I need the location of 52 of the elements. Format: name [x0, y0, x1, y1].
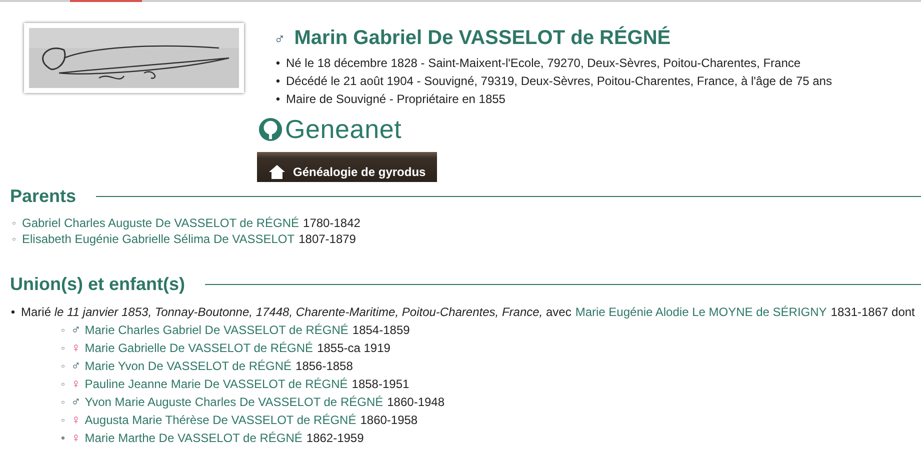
life-dates: 1858-1951 [352, 376, 410, 393]
section-heading: Union(s) et enfant(s) [10, 274, 185, 295]
person-link[interactable]: Marie Eugénie Alodie Le MOYNE de SÉRIGNY [575, 303, 827, 321]
home-banner-link[interactable]: Généalogie de gyrodus [257, 152, 437, 182]
bullet: ◦ [10, 215, 18, 231]
life-dates: 1862-1959 [306, 430, 364, 447]
female-symbol: ♀ [71, 339, 81, 357]
bullet: ◦ [60, 376, 66, 393]
person-link[interactable]: Gabriel Charles Auguste De VASSELOT de RÉGNÉ [22, 215, 300, 231]
fact-text: Décédé le 21 août 1904 - Souvigné, 79319, Deux-Sèvres, Poitou-Charentes, France, à l'âge de 75 ans [286, 73, 832, 90]
person-link[interactable]: Elisabeth Eugénie Gabrielle Sélima De VASSELOT [22, 231, 295, 247]
bullet: ◦ [60, 358, 66, 375]
bullet: ◦ [60, 340, 66, 357]
life-dates: 1807-1879 [298, 231, 356, 247]
person-link[interactable]: Yvon Marie Auguste Charles De VASSELOT de RÉGNÉ [84, 393, 384, 411]
home-icon [269, 165, 285, 179]
female-symbol: ♀ [71, 411, 81, 429]
person-link[interactable]: Augusta Marie Thérèse De VASSELOT de RÉGNÉ [84, 411, 356, 429]
life-dates: 1854-1859 [352, 322, 410, 339]
marriage-text: Marié le 11 janvier 1853, Tonnay-Boutonne, 17448, Charente-Maritime, Poitou-Charentes, France, avec [21, 304, 572, 321]
person-name: Marin Gabriel De VASSELOT de RÉGNÉ [294, 26, 671, 50]
bullet: • [10, 304, 16, 321]
life-dates: 1856-1858 [296, 358, 353, 375]
life-dates: 1855-ca 1919 [317, 340, 390, 357]
fact-text: Né le 18 décembre 1828 - Saint-Maixent-l'Ecole, 79270, Deux-Sèvres, Poitou-Charentes, France [286, 55, 801, 72]
person-link[interactable]: Marie Charles Gabriel De VASSELOT de RÉGNÉ [84, 321, 348, 339]
tree-logo-icon [258, 116, 283, 142]
male-symbol: ♂ [71, 393, 81, 411]
female-symbol: ♀ [71, 375, 81, 393]
female-symbol: ♀ [71, 429, 81, 447]
life-dates: 1831-1867 dont [830, 304, 915, 321]
male-symbol: ♂ [71, 357, 81, 375]
fact-text: Maire de Souvigné - Propriétaire en 1855 [286, 91, 506, 108]
bullet: ◦ [60, 412, 66, 429]
bullet: • [274, 91, 282, 108]
bullet: ◦ [60, 322, 66, 339]
person-link[interactable]: Pauline Jeanne Marie De VASSELOT de RÉGNÉ [84, 375, 348, 393]
life-dates: 1780-1842 [303, 215, 360, 231]
person-link[interactable]: Marie Yvon De VASSELOT de RÉGNÉ [84, 357, 292, 375]
bullet: ◦ [10, 231, 18, 247]
person-link[interactable]: Marie Marthe De VASSELOT de RÉGNÉ [84, 429, 302, 447]
bullet: • [60, 430, 66, 447]
logo-text: Geneanet [285, 115, 402, 143]
bullet: • [274, 73, 282, 90]
person-link[interactable]: Marie Gabrielle De VASSELOT de RÉGNÉ [84, 339, 314, 357]
bullet: ◦ [60, 394, 66, 411]
bullet: • [274, 55, 282, 72]
life-dates: 1860-1948 [387, 394, 445, 411]
section-heading: Parents [10, 186, 76, 207]
male-symbol: ♂ [71, 321, 81, 339]
male-symbol: ♂ [274, 31, 286, 48]
life-dates: 1860-1958 [360, 412, 418, 429]
